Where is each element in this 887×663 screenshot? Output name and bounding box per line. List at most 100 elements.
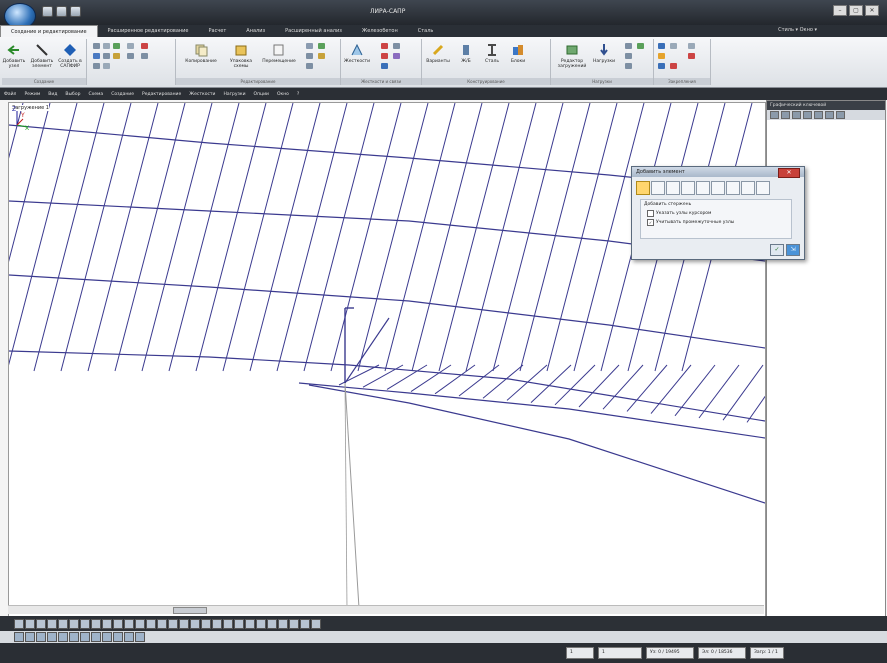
load-table-icon[interactable] [625, 43, 632, 49]
mesh-hatch-line[interactable] [114, 103, 186, 372]
ok-button[interactable]: ⇲ [786, 244, 800, 256]
mesh-hatch-line[interactable] [222, 103, 294, 372]
loads-button[interactable]: Нагрузки [591, 43, 617, 64]
link-element-icon[interactable] [711, 181, 725, 195]
mesh-hatch-line[interactable] [330, 103, 402, 372]
measure-icon[interactable] [256, 618, 266, 629]
preset-view-8-icon[interactable] [91, 632, 101, 642]
variants-button[interactable]: Варианты [426, 43, 450, 64]
quad-element-icon[interactable] [666, 181, 680, 195]
add-node-button[interactable]: Добавить узел [2, 43, 26, 69]
intermediate-nodes-checkbox[interactable]: ✓ [647, 219, 654, 226]
support-pin-icon[interactable] [658, 63, 665, 69]
tab-create-edit[interactable]: Создание и редактирование [0, 24, 98, 38]
style-menu[interactable]: Стиль ▾ Окно ▾ [778, 27, 817, 33]
intermediate-nodes-option[interactable]: ✓ Учитывать промежуточные узлы [641, 218, 791, 227]
mesh-hatch-line[interactable] [60, 103, 132, 372]
mesh-hatch-line[interactable] [434, 364, 476, 395]
mesh-diagonal-line[interactable] [344, 317, 390, 384]
menu-help[interactable]: ? [293, 92, 303, 97]
array-icon[interactable] [103, 53, 110, 59]
horizontal-scrollbar[interactable] [8, 605, 764, 614]
mesh-hatch-line[interactable] [438, 103, 510, 372]
copy-button[interactable]: Копирование [184, 43, 218, 64]
mesh-hatch-line[interactable] [458, 364, 500, 397]
fragment-icon[interactable] [168, 618, 178, 629]
load-copy-icon[interactable] [637, 43, 644, 49]
menu-mode[interactable]: Режим [20, 92, 44, 97]
combination-selector[interactable]: 1 [598, 647, 642, 659]
offset-icon[interactable] [318, 43, 325, 49]
mesh-hatch-line[interactable] [141, 103, 213, 372]
load-delete-icon[interactable] [625, 53, 632, 59]
render-icon[interactable] [223, 618, 233, 629]
numbering-icon[interactable] [179, 618, 189, 629]
new-file-icon[interactable] [42, 6, 53, 17]
menu-create[interactable]: Создание [107, 92, 138, 97]
support-icon[interactable] [658, 43, 665, 49]
shrink-icon[interactable] [234, 618, 244, 629]
preset-view-12-icon[interactable] [135, 632, 145, 642]
rigid-element-icon[interactable] [726, 181, 740, 195]
mesh-hatch-line[interactable] [384, 103, 456, 372]
mesh-hatch-line[interactable] [674, 364, 716, 417]
spring-element-icon[interactable] [696, 181, 710, 195]
support-fix-icon[interactable] [658, 53, 665, 59]
pick-nodes-option[interactable]: Указать узлы курсором [641, 209, 791, 218]
mesh-hatch-line[interactable] [411, 103, 483, 372]
flags-icon[interactable] [190, 618, 200, 629]
mesh-hatch-line[interactable] [9, 103, 24, 371]
mesh-hatch-line[interactable] [87, 103, 159, 372]
mesh-hatch-line[interactable] [578, 364, 620, 408]
circle-element-icon[interactable] [741, 181, 755, 195]
select-nodes-icon[interactable] [113, 618, 123, 629]
bar-element-icon[interactable] [636, 181, 650, 195]
special-element-icon[interactable] [681, 181, 695, 195]
view-front-icon[interactable] [14, 618, 24, 629]
menu-scheme[interactable]: Схема [84, 92, 107, 97]
rotate-view-icon[interactable] [102, 618, 112, 629]
print-icon[interactable] [278, 618, 288, 629]
apply-button[interactable]: ✓ [770, 244, 784, 256]
tab-concrete[interactable]: Железобетон [352, 25, 408, 37]
mesh-hatch-line[interactable] [465, 103, 537, 372]
rigid-insert-icon[interactable] [381, 53, 388, 59]
pack-scheme-button[interactable]: Упаковка схемы [224, 43, 258, 69]
zoom-out-icon[interactable] [69, 618, 79, 629]
load-case-selector[interactable]: 1 [566, 647, 594, 659]
preset-view-11-icon[interactable] [124, 632, 134, 642]
extend-icon[interactable] [141, 53, 148, 59]
menu-file[interactable]: Файл [0, 92, 20, 97]
scrollbar-thumb[interactable] [173, 607, 207, 614]
trim-icon[interactable] [141, 43, 148, 49]
preset-view-7-icon[interactable] [80, 632, 90, 642]
add-element-button[interactable]: Добавить элемент [30, 43, 54, 69]
load-sum-icon[interactable] [625, 63, 632, 69]
preset-view-2-icon[interactable] [25, 632, 35, 642]
pan-icon[interactable] [91, 618, 101, 629]
menu-edit[interactable]: Редактирование [138, 92, 185, 97]
preset-view-5-icon[interactable] [58, 632, 68, 642]
local-axes-icon[interactable] [201, 618, 211, 629]
mesh-hatch-line[interactable] [9, 103, 51, 371]
snap-icon[interactable] [318, 53, 325, 59]
menu-view[interactable]: Вид [44, 92, 61, 97]
mesh-hatch-line[interactable] [303, 103, 375, 372]
mesh-beam-line[interactable] [9, 274, 765, 349]
panel-tool-6-icon[interactable] [825, 111, 834, 119]
mesh-hatch-line[interactable] [698, 364, 740, 419]
mesh-hatch-line[interactable] [650, 364, 692, 414]
preset-view-9-icon[interactable] [102, 632, 112, 642]
support-spring-icon[interactable] [670, 63, 677, 69]
mesh-hatch-line[interactable] [168, 103, 240, 372]
mesh-hatch-line[interactable] [249, 103, 321, 372]
material-icon[interactable] [393, 53, 400, 59]
blocks-button[interactable]: Блоки [506, 43, 530, 64]
tab-calculation[interactable]: Расчет [199, 25, 237, 37]
triangle-element-icon[interactable] [651, 181, 665, 195]
pick-nodes-checkbox[interactable] [647, 210, 654, 217]
mesh-hatch-line[interactable] [506, 364, 548, 401]
preset-view-10-icon[interactable] [113, 632, 123, 642]
mesh-hatch-line[interactable] [410, 364, 452, 393]
preset-view-1-icon[interactable] [14, 632, 24, 642]
